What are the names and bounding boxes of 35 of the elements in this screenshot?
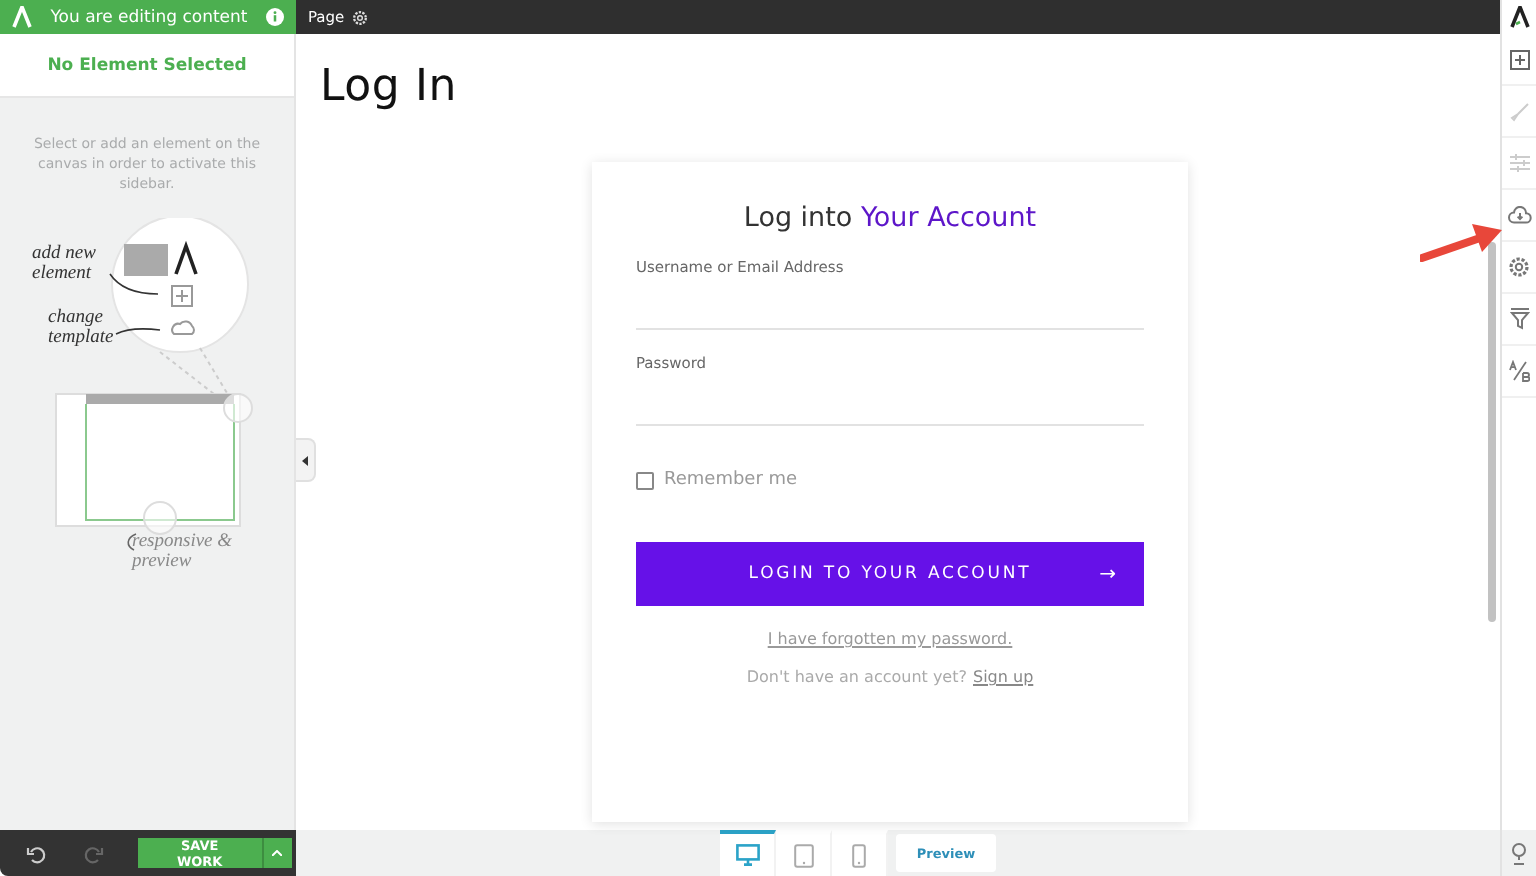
funnel-icon[interactable] — [1509, 308, 1529, 330]
illustration-note: responsive & preview — [132, 534, 235, 573]
save-options-button[interactable] — [261, 838, 293, 868]
checkbox[interactable] — [636, 471, 654, 489]
plus-icon[interactable] — [1509, 49, 1529, 69]
illustration-note: change template — [48, 310, 116, 349]
scrollbar[interactable] — [1488, 242, 1496, 622]
signup-link[interactable]: Sign up — [973, 668, 1034, 686]
login-button[interactable]: LOGIN TO YOUR ACCOUNT → — [636, 542, 1144, 606]
forgot-password-link[interactable]: I have forgotten my password. — [767, 630, 1013, 648]
info-icon[interactable] — [266, 8, 284, 26]
banner-text: You are editing content — [48, 7, 250, 27]
login-title: Log into Your Account — [741, 202, 1039, 234]
help-icon[interactable] — [1510, 841, 1528, 865]
page-heading: Log In — [320, 62, 460, 112]
signup-prompt: Don't have an account yet? — [746, 668, 967, 686]
logo-icon[interactable] — [1509, 6, 1529, 28]
caret-icon — [272, 850, 283, 856]
translate-icon[interactable] — [1508, 360, 1530, 382]
sidebar-title: No Element Selected — [47, 55, 247, 75]
settings-icon[interactable] — [1508, 256, 1530, 278]
caret-icon — [302, 455, 308, 465]
logo-icon — [12, 6, 32, 28]
phone-icon — [852, 843, 867, 867]
tablet-icon — [793, 843, 814, 867]
sliders-icon[interactable] — [1509, 154, 1529, 172]
redo-icon[interactable] — [84, 843, 105, 863]
pointer-arrow — [1420, 220, 1504, 264]
desktop-icon — [735, 844, 760, 866]
illustration-note: add new element — [32, 246, 98, 285]
cloud-icon[interactable] — [1507, 206, 1531, 224]
checkbox-label[interactable]: Remember me — [664, 470, 798, 490]
collapse-tab[interactable] — [296, 438, 316, 482]
undo-icon[interactable] — [25, 843, 46, 863]
device-tab[interactable] — [720, 830, 777, 876]
